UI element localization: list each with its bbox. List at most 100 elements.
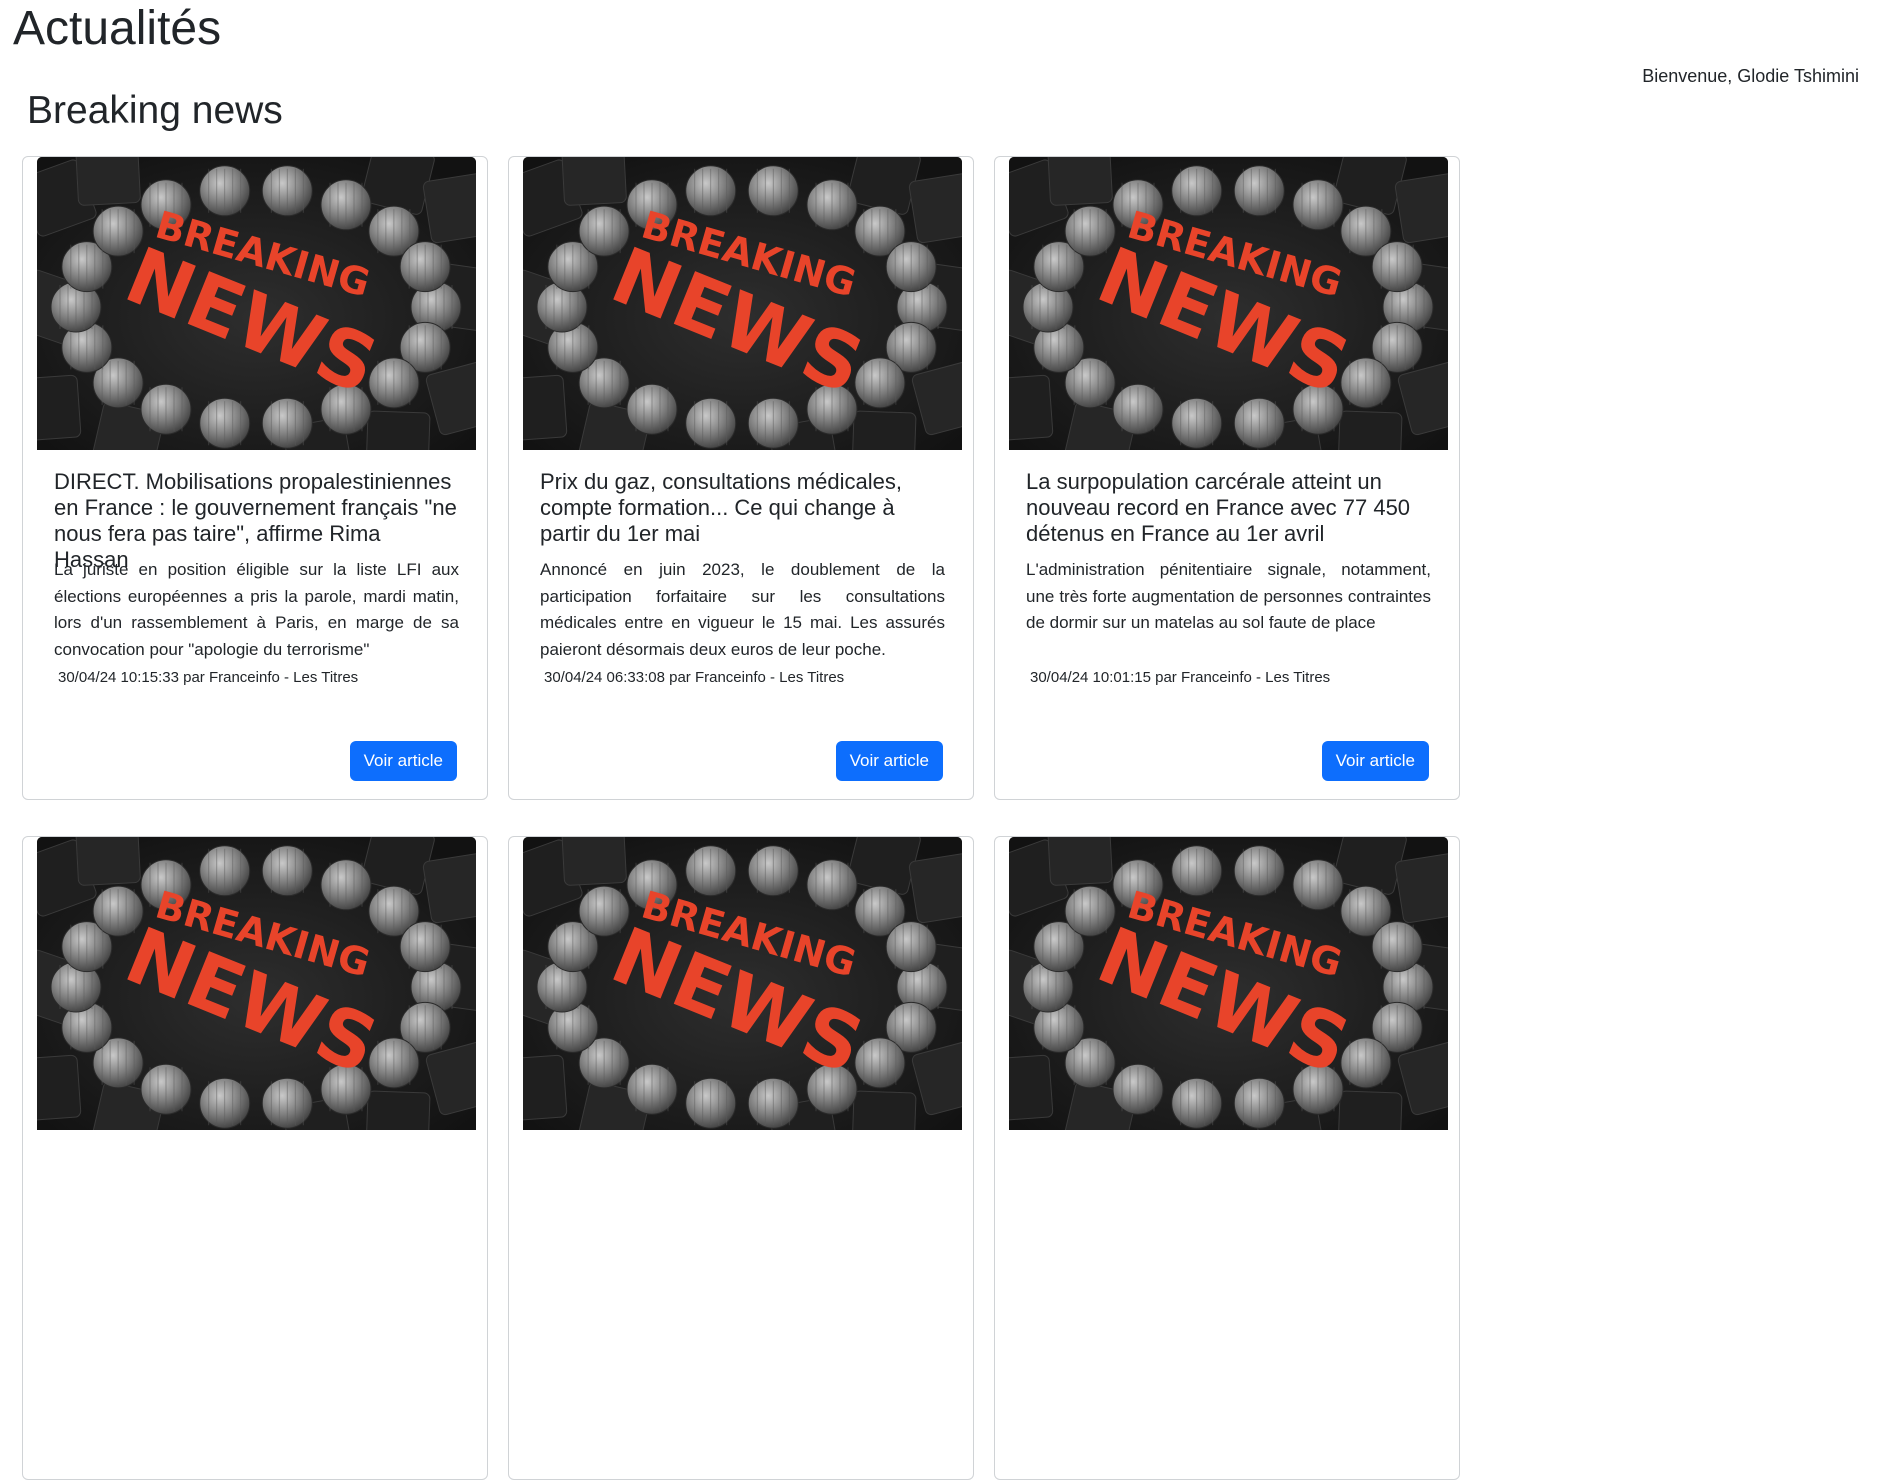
breaking-news-illustration: BREAKINGNEWS — [1009, 157, 1448, 450]
decor-block — [1009, 1054, 1054, 1122]
news-image: BREAKING NEWS — [1009, 837, 1448, 1130]
microphone-icon — [320, 859, 372, 911]
microphone-icon — [199, 1077, 251, 1129]
decor-block — [422, 172, 476, 244]
microphone-icon — [199, 397, 251, 449]
decor-block — [75, 837, 141, 886]
microphone-icon — [854, 357, 906, 409]
decor-block — [365, 1090, 431, 1130]
microphone-icon — [1064, 205, 1116, 257]
decor-block — [37, 374, 82, 442]
decor-block — [908, 172, 962, 244]
decor-block — [561, 837, 627, 886]
microphone-icon — [1340, 1037, 1392, 1089]
microphone-icon — [885, 921, 937, 973]
decor-block — [1047, 157, 1113, 206]
microphone-icon — [261, 845, 313, 897]
microphone-icon — [1292, 179, 1344, 231]
news-card: BREAKING NEWS — [994, 836, 1460, 1480]
microphone-icon — [92, 885, 144, 937]
decor-block — [75, 157, 141, 206]
microphone-icon — [1171, 1077, 1223, 1129]
news-card: BREAKING NEWS DIRECT. Mobilisations propa… — [22, 156, 488, 800]
decor-block — [1337, 410, 1403, 450]
microphone-icon — [368, 357, 420, 409]
news-card: BREAKING NEWS — [508, 836, 974, 1480]
news-image: BREAKING NEWS — [523, 837, 962, 1130]
decor-block — [1394, 172, 1448, 244]
decor-block — [851, 1090, 917, 1130]
microphone-icon — [1233, 845, 1285, 897]
decor-block — [1337, 1090, 1403, 1130]
microphone-icon — [261, 165, 313, 217]
microphone-icon — [320, 179, 372, 231]
decor-block — [561, 157, 627, 206]
news-image: BREAKING NEWS — [37, 157, 476, 450]
microphone-icon — [578, 205, 630, 257]
microphone-icon — [747, 1077, 799, 1129]
page-title: Actualités — [13, 2, 222, 55]
microphone-icon — [261, 397, 313, 449]
news-meta: 30/04/24 10:01:15 par Franceinfo - Les T… — [1030, 669, 1331, 686]
view-article-button[interactable]: Voir article — [349, 741, 457, 781]
news-image: BREAKING NEWS — [37, 837, 476, 1130]
microphone-icon — [1171, 397, 1223, 449]
microphone-icon — [199, 845, 251, 897]
news-summary: La juriste en position éligible sur la l… — [54, 560, 459, 659]
decor-block — [1394, 852, 1448, 924]
section-title: Breaking news — [27, 89, 283, 132]
microphone-icon — [1112, 383, 1164, 435]
microphone-icon — [578, 885, 630, 937]
microphone-icon — [854, 1037, 906, 1089]
microphone-icon — [1171, 165, 1223, 217]
news-card: BREAKING NEWS La surpopulation carcérale … — [994, 156, 1460, 800]
microphone-icon — [747, 165, 799, 217]
microphone-icon — [626, 383, 678, 435]
news-meta: 30/04/24 10:15:33 par Franceinfo - Les T… — [58, 669, 359, 686]
microphone-icon — [806, 179, 858, 231]
news-title: La surpopulation carcérale atteint un no… — [1026, 469, 1411, 546]
decor-block — [523, 1054, 568, 1122]
microphone-icon — [626, 1063, 678, 1115]
decor-block — [1047, 837, 1113, 886]
microphone-icon — [685, 845, 737, 897]
microphone-icon — [885, 241, 937, 293]
news-title: Prix du gaz, consultations médicales, co… — [540, 469, 902, 546]
breaking-news-illustration: BREAKINGNEWS — [37, 837, 476, 1130]
microphone-icon — [1233, 397, 1285, 449]
microphone-icon — [1292, 859, 1344, 911]
decor-block — [908, 852, 962, 924]
decor-block — [851, 410, 917, 450]
microphone-icon — [1371, 241, 1423, 293]
microphone-icon — [1233, 165, 1285, 217]
breaking-news-illustration: BREAKINGNEWS — [1009, 837, 1448, 1130]
microphone-icon — [685, 397, 737, 449]
news-card: BREAKING NEWS — [22, 836, 488, 1480]
breaking-news-illustration: BREAKINGNEWS — [37, 157, 476, 450]
view-article-button[interactable]: Voir article — [835, 741, 943, 781]
decor-block — [37, 1054, 82, 1122]
microphone-icon — [1171, 845, 1223, 897]
breaking-news-illustration: BREAKINGNEWS — [523, 837, 962, 1130]
microphone-icon — [140, 383, 192, 435]
microphone-icon — [747, 397, 799, 449]
microphone-icon — [1064, 885, 1116, 937]
breaking-news-illustration: BREAKINGNEWS — [523, 157, 962, 450]
news-summary: Annoncé en juin 2023, le doublement de l… — [540, 560, 945, 659]
microphone-icon — [140, 1063, 192, 1115]
microphone-icon — [399, 921, 451, 973]
microphone-icon — [1371, 921, 1423, 973]
microphone-icon — [747, 845, 799, 897]
microphone-icon — [685, 165, 737, 217]
decor-block — [365, 410, 431, 450]
microphone-icon — [1112, 1063, 1164, 1115]
news-image: BREAKING NEWS — [523, 157, 962, 450]
decor-block — [1009, 374, 1054, 442]
microphone-icon — [199, 165, 251, 217]
news-card: BREAKING NEWS Prix du gaz, consultations … — [508, 156, 974, 800]
microphone-icon — [1233, 1077, 1285, 1129]
welcome-message: Bienvenue, Glodie Tshimini — [1642, 66, 1859, 86]
news-image: BREAKING NEWS — [1009, 157, 1448, 450]
microphone-icon — [1340, 357, 1392, 409]
view-article-button[interactable]: Voir article — [1321, 741, 1429, 781]
